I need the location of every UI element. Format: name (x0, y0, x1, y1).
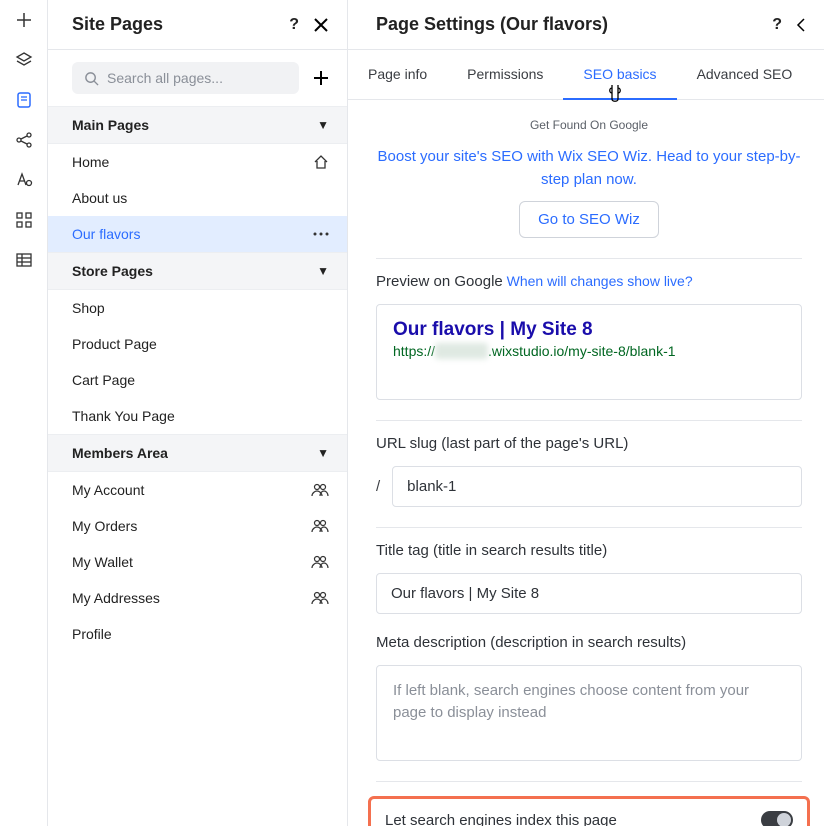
index-toggle-row: Let search engines index this page (368, 796, 810, 826)
google-preview: Our flavors | My Site 8 https://xxxxxxx.… (376, 304, 802, 400)
help-icon[interactable]: ? (289, 16, 299, 34)
apps-icon[interactable] (14, 210, 34, 230)
close-icon[interactable] (313, 17, 329, 33)
pages-title: Site Pages (72, 14, 163, 35)
page-item-label: My Wallet (72, 554, 133, 570)
caret-down-icon: ▼ (317, 264, 329, 278)
tab[interactable]: SEO basics (563, 50, 676, 100)
page-item[interactable]: Thank You Page (48, 398, 347, 434)
page-item[interactable]: Our flavors (48, 216, 347, 252)
page-item-label: Shop (72, 300, 105, 316)
members-icon (311, 519, 329, 533)
text-style-icon[interactable] (14, 170, 34, 190)
page-item-label: Profile (72, 626, 112, 642)
preview-help-link[interactable]: When will changes show live? (507, 273, 693, 289)
more-icon[interactable] (313, 232, 329, 236)
page-item[interactable]: Product Page (48, 326, 347, 362)
page-item[interactable]: Cart Page (48, 362, 347, 398)
group-label: Store Pages (72, 263, 153, 279)
pages-panel: Site Pages ? Search all pages... Main Pa… (48, 0, 348, 826)
caret-down-icon: ▼ (317, 118, 329, 132)
divider (376, 258, 802, 259)
page-item-label: My Account (72, 482, 144, 498)
group-header[interactable]: Store Pages ▼ (48, 252, 347, 290)
page-item-label: About us (72, 190, 127, 206)
go-to-seo-wiz-button[interactable]: Go to SEO Wiz (519, 201, 659, 238)
page-item[interactable]: My Addresses (48, 580, 347, 616)
layers-icon[interactable] (14, 50, 34, 70)
group-label: Members Area (72, 445, 168, 461)
page-item[interactable]: Shop (48, 290, 347, 326)
table-icon[interactable] (14, 250, 34, 270)
url-slug-label: URL slug (last part of the page's URL) (376, 435, 802, 452)
tabs-scroll-right[interactable] (812, 68, 824, 82)
page-item[interactable]: My Account (48, 472, 347, 508)
divider (376, 527, 802, 528)
settings-tabs: Page infoPermissionsSEO basicsAdvanced S… (348, 50, 824, 100)
page-item-label: Cart Page (72, 372, 135, 388)
home-icon (313, 154, 329, 170)
left-rail (0, 0, 48, 826)
tab[interactable]: Permissions (447, 50, 563, 99)
plus-icon[interactable] (14, 10, 34, 30)
page-item-label: Our flavors (72, 226, 140, 242)
page-item[interactable]: My Wallet (48, 544, 347, 580)
members-icon (311, 555, 329, 569)
page-item[interactable]: About us (48, 180, 347, 216)
promo-header: Get Found On Google (376, 118, 802, 132)
preview-title: Our flavors | My Site 8 (393, 319, 785, 341)
title-tag-input[interactable] (376, 573, 802, 614)
settings-panel: Page Settings (Our flavors) ? Page infoP… (348, 0, 824, 826)
group-header[interactable]: Members Area ▼ (48, 434, 347, 472)
meta-label: Meta description (description in search … (376, 634, 802, 651)
page-icon[interactable] (14, 90, 34, 110)
page-item-label: Product Page (72, 336, 157, 352)
back-icon[interactable] (796, 17, 806, 33)
tab[interactable]: Advanced SEO (677, 50, 813, 99)
page-item[interactable]: Home (48, 144, 347, 180)
index-toggle[interactable] (761, 811, 793, 826)
divider (376, 420, 802, 421)
members-icon (311, 483, 329, 497)
group-header[interactable]: Main Pages ▼ (48, 106, 347, 144)
divider (376, 781, 802, 782)
tab[interactable]: Page info (348, 50, 447, 99)
help-icon[interactable]: ? (772, 16, 782, 34)
search-placeholder: Search all pages... (107, 70, 223, 86)
title-tag-label: Title tag (title in search results title… (376, 542, 802, 559)
caret-down-icon: ▼ (317, 446, 329, 460)
search-input[interactable]: Search all pages... (72, 62, 299, 94)
slash-label: / (376, 478, 380, 495)
url-slug-input[interactable] (392, 466, 802, 507)
preview-url: https://xxxxxxx.wixstudio.io/my-site-8/b… (393, 343, 785, 359)
promo-text: Boost your site's SEO with Wix SEO Wiz. … (376, 146, 802, 191)
page-item-label: Thank You Page (72, 408, 175, 424)
preview-label: Preview on Google (376, 273, 503, 290)
add-page-button[interactable] (313, 70, 329, 86)
page-item[interactable]: Profile (48, 616, 347, 652)
index-label: Let search engines index this page (385, 812, 617, 826)
page-item[interactable]: My Orders (48, 508, 347, 544)
members-icon (311, 591, 329, 605)
share-icon[interactable] (14, 130, 34, 150)
meta-description-input[interactable]: If left blank, search engines choose con… (376, 665, 802, 761)
group-label: Main Pages (72, 117, 149, 133)
page-item-label: My Addresses (72, 590, 160, 606)
page-item-label: My Orders (72, 518, 137, 534)
page-item-label: Home (72, 154, 109, 170)
settings-title: Page Settings (Our flavors) (376, 14, 608, 35)
